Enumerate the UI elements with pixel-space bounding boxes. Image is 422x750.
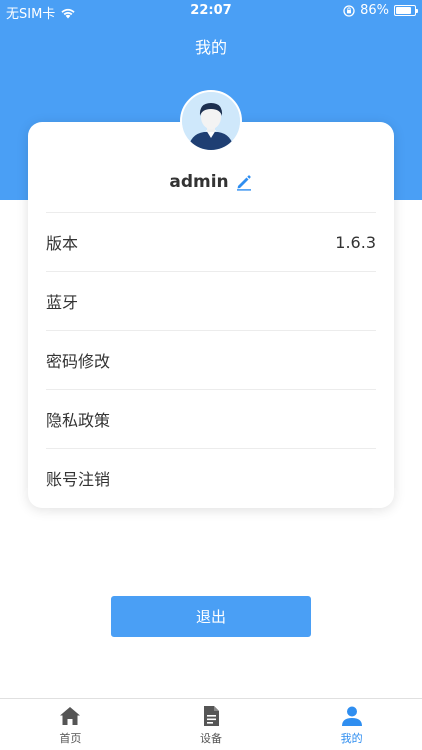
username-row: admin <box>28 172 394 192</box>
menu-item-change-password[interactable]: 密码修改 <box>46 330 376 389</box>
avatar[interactable] <box>180 90 242 152</box>
menu-item-delete-account[interactable]: 账号注销 <box>46 448 376 507</box>
user-icon <box>341 706 362 726</box>
user-avatar-icon <box>182 92 240 150</box>
profile-card: admin 版本 1.6.3 蓝牙 密码修改 隐私政策 账号注销 <box>28 122 394 508</box>
tab-label: 设备 <box>200 731 222 745</box>
status-bar: 无SIM卡 22:07 86% <box>0 0 422 22</box>
battery-icon <box>394 5 418 16</box>
menu-item-label: 蓝牙 <box>46 293 79 312</box>
battery-level <box>396 7 412 14</box>
edit-pencil-icon[interactable] <box>235 173 253 191</box>
menu-item-privacy-policy[interactable]: 隐私政策 <box>46 389 376 448</box>
menu-item-label: 密码修改 <box>46 352 111 371</box>
battery-percent: 86% <box>360 3 389 18</box>
menu-item-label: 隐私政策 <box>46 411 111 430</box>
tab-devices[interactable]: 设备 <box>141 699 282 750</box>
menu-item-label: 账号注销 <box>46 470 111 489</box>
tab-bar: 首页 设备 我的 <box>0 698 422 750</box>
tab-home[interactable]: 首页 <box>0 699 141 750</box>
logout-button[interactable]: 退出 <box>111 596 311 637</box>
orientation-lock-icon <box>343 4 355 17</box>
page-title: 我的 <box>194 38 227 57</box>
document-icon <box>204 705 219 726</box>
home-icon <box>60 706 81 725</box>
tab-label: 我的 <box>340 731 363 745</box>
username: admin <box>169 172 229 192</box>
tab-mine[interactable]: 我的 <box>281 699 422 750</box>
menu-item-label: 版本 <box>46 234 79 253</box>
menu-item-bluetooth[interactable]: 蓝牙 <box>46 271 376 330</box>
settings-menu: 版本 1.6.3 蓝牙 密码修改 隐私政策 账号注销 <box>46 212 376 507</box>
tab-label: 首页 <box>59 731 82 745</box>
version-value: 1.6.3 <box>335 232 376 252</box>
menu-item-version[interactable]: 版本 1.6.3 <box>46 212 376 271</box>
